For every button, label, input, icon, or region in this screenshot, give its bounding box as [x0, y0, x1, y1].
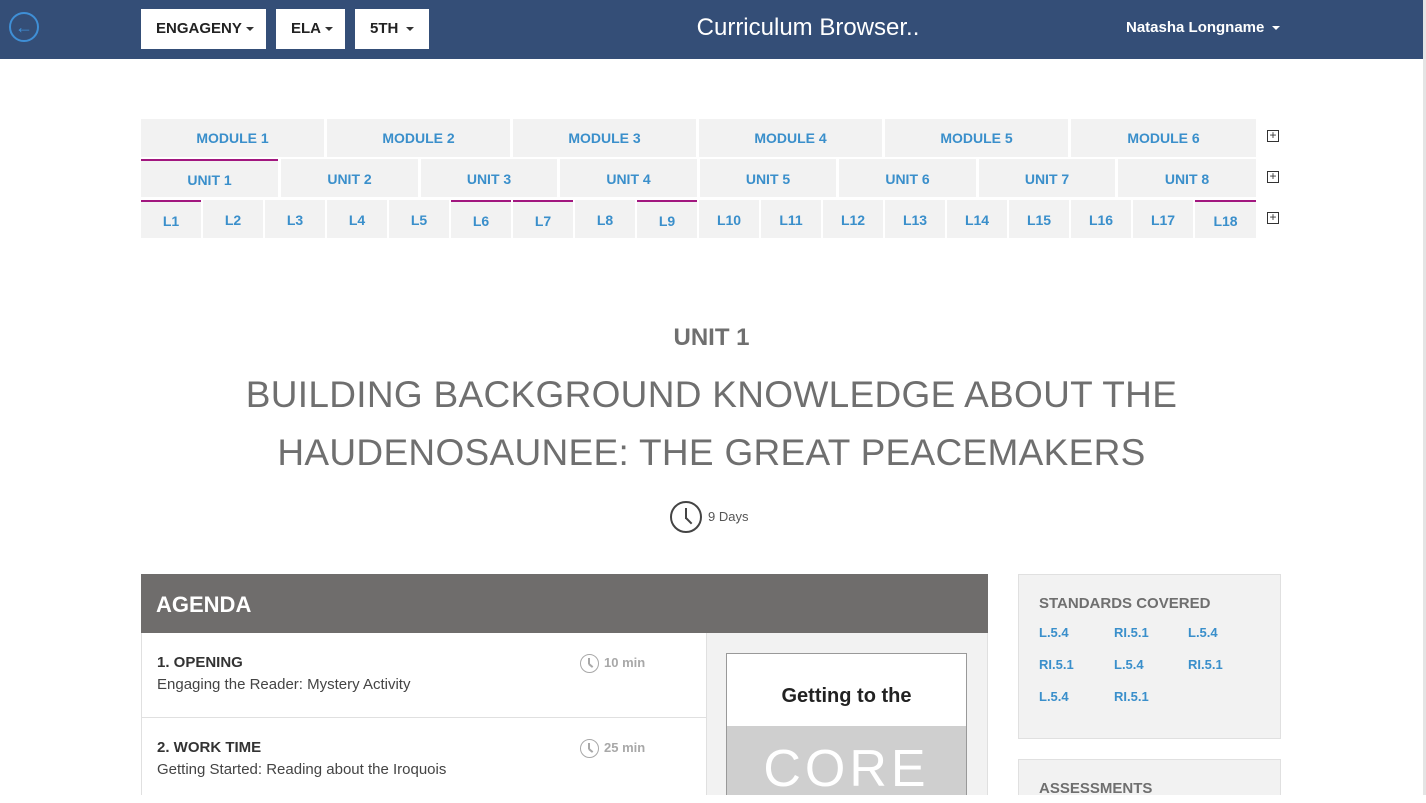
- agenda-item-time: 25 min: [580, 738, 646, 759]
- lesson-tab[interactable]: L1: [141, 200, 201, 238]
- lesson-tab[interactable]: L17: [1133, 200, 1193, 238]
- agenda-list: 1. OPENING Engaging the Reader: Mystery …: [141, 633, 706, 795]
- app-title: Curriculum Browser..: [696, 14, 920, 41]
- standard-link[interactable]: L.5.4: [1188, 625, 1218, 640]
- duration-text: 9 Days: [708, 509, 749, 524]
- chevron-down-icon: [245, 27, 254, 32]
- expand-modules-icon[interactable]: +: [1267, 129, 1279, 142]
- unit-tab-active[interactable]: UNIT 1: [141, 159, 278, 197]
- lesson-tab[interactable]: L16: [1071, 200, 1131, 238]
- curriculum-dropdown[interactable]: ENGAGENY: [141, 9, 266, 49]
- lesson-tab[interactable]: L8: [575, 200, 635, 238]
- agenda-item-title: 2. WORK TIME: [157, 739, 262, 756]
- agenda-heading: AGENDA: [141, 574, 988, 633]
- grade-dropdown-label: 5TH: [370, 20, 399, 37]
- standard-link[interactable]: RI.5.1: [1188, 657, 1223, 672]
- subject-dropdown[interactable]: ELA: [276, 9, 345, 49]
- module-tab[interactable]: MODULE 5: [885, 119, 1068, 157]
- unit-tab[interactable]: UNIT 6: [839, 159, 976, 197]
- standard-link[interactable]: RI.5.1: [1114, 689, 1149, 704]
- standard-link[interactable]: RI.5.1: [1039, 657, 1074, 672]
- lesson-tab[interactable]: L5: [389, 200, 449, 238]
- book-cover-title: Getting to the: [781, 685, 912, 707]
- standard-link[interactable]: L.5.4: [1114, 657, 1144, 672]
- agenda-item-title: 1. OPENING: [157, 654, 243, 671]
- agenda-item-time: 10 min: [580, 653, 646, 674]
- assessments-panel: ASSESSMENTS: [1018, 759, 1281, 797]
- unit-label: UNIT 1: [673, 324, 750, 351]
- curriculum-dropdown-label: ENGAGENY: [156, 20, 242, 37]
- book-cover-word: CORE: [727, 726, 966, 795]
- unit-title: BUILDING BACKGROUND KNOWLEDGE ABOUT THE …: [245, 374, 1178, 473]
- subject-dropdown-label: ELA: [291, 20, 321, 37]
- top-bar: ← ENGAGENY ELA 5TH Curriculum Browser.. …: [0, 0, 1423, 59]
- lesson-tab[interactable]: L11: [761, 200, 821, 238]
- lesson-tab[interactable]: L18: [1195, 200, 1256, 238]
- expand-units-icon[interactable]: +: [1267, 170, 1279, 183]
- chevron-down-icon: [1272, 26, 1281, 31]
- standard-link[interactable]: RI.5.1: [1114, 625, 1149, 640]
- agenda-item-description: Engaging the Reader: Mystery Activity: [157, 676, 411, 693]
- standards-panel: STANDARDS COVERED L.5.4 RI.5.1 L.5.4 RI.…: [1018, 574, 1281, 739]
- lesson-tab[interactable]: L7: [513, 200, 573, 238]
- clock-icon: [580, 654, 599, 674]
- lesson-tab[interactable]: L10: [699, 200, 759, 238]
- assessments-heading: ASSESSMENTS: [1039, 780, 1153, 797]
- lesson-tab[interactable]: L6: [451, 200, 511, 238]
- resource-book-cover[interactable]: Getting to the CORE: [726, 653, 967, 795]
- unit-tab[interactable]: UNIT 2: [281, 159, 418, 197]
- lesson-tab[interactable]: L15: [1009, 200, 1069, 238]
- chevron-down-icon: [406, 27, 415, 32]
- expand-lessons-icon[interactable]: +: [1267, 211, 1279, 224]
- unit-tab[interactable]: UNIT 7: [979, 159, 1115, 197]
- user-name: Natasha Longname: [1126, 19, 1265, 36]
- grade-dropdown[interactable]: 5TH: [355, 9, 429, 49]
- agenda-time-text: 25 min: [604, 740, 646, 755]
- module-tab[interactable]: MODULE 3: [513, 119, 696, 157]
- lesson-tab[interactable]: L12: [823, 200, 883, 238]
- clock-icon: [580, 739, 599, 759]
- agenda-item[interactable]: 1. OPENING Engaging the Reader: Mystery …: [142, 633, 706, 718]
- standards-heading: STANDARDS COVERED: [1039, 595, 1211, 612]
- agenda-item[interactable]: 2. WORK TIME Getting Started: Reading ab…: [142, 718, 706, 803]
- unit-tab[interactable]: UNIT 8: [1118, 159, 1256, 197]
- lesson-tab[interactable]: L2: [203, 200, 263, 238]
- lesson-tab[interactable]: L13: [885, 200, 945, 238]
- unit-tab[interactable]: UNIT 3: [421, 159, 557, 197]
- standard-link[interactable]: L.5.4: [1039, 689, 1069, 704]
- standard-link[interactable]: L.5.4: [1039, 625, 1069, 640]
- user-menu[interactable]: Natasha Longname: [1126, 18, 1281, 38]
- agenda-time-text: 10 min: [604, 655, 646, 670]
- back-arrow-icon[interactable]: ←: [9, 12, 39, 42]
- agenda-item-description: Getting Started: Reading about the Iroqu…: [157, 761, 447, 778]
- clock-icon: [670, 501, 702, 533]
- lesson-tab[interactable]: L14: [947, 200, 1007, 238]
- unit-tab[interactable]: UNIT 5: [700, 159, 836, 197]
- module-tab[interactable]: MODULE 2: [327, 119, 510, 157]
- lesson-tab[interactable]: L3: [265, 200, 325, 238]
- unit-tab[interactable]: UNIT 4: [560, 159, 697, 197]
- module-tab[interactable]: MODULE 1: [141, 119, 324, 157]
- lesson-tab[interactable]: L9: [637, 200, 697, 238]
- module-tab[interactable]: MODULE 6: [1071, 119, 1256, 157]
- module-tab[interactable]: MODULE 4: [699, 119, 882, 157]
- lesson-tab[interactable]: L4: [327, 200, 387, 238]
- chevron-down-icon: [325, 27, 333, 32]
